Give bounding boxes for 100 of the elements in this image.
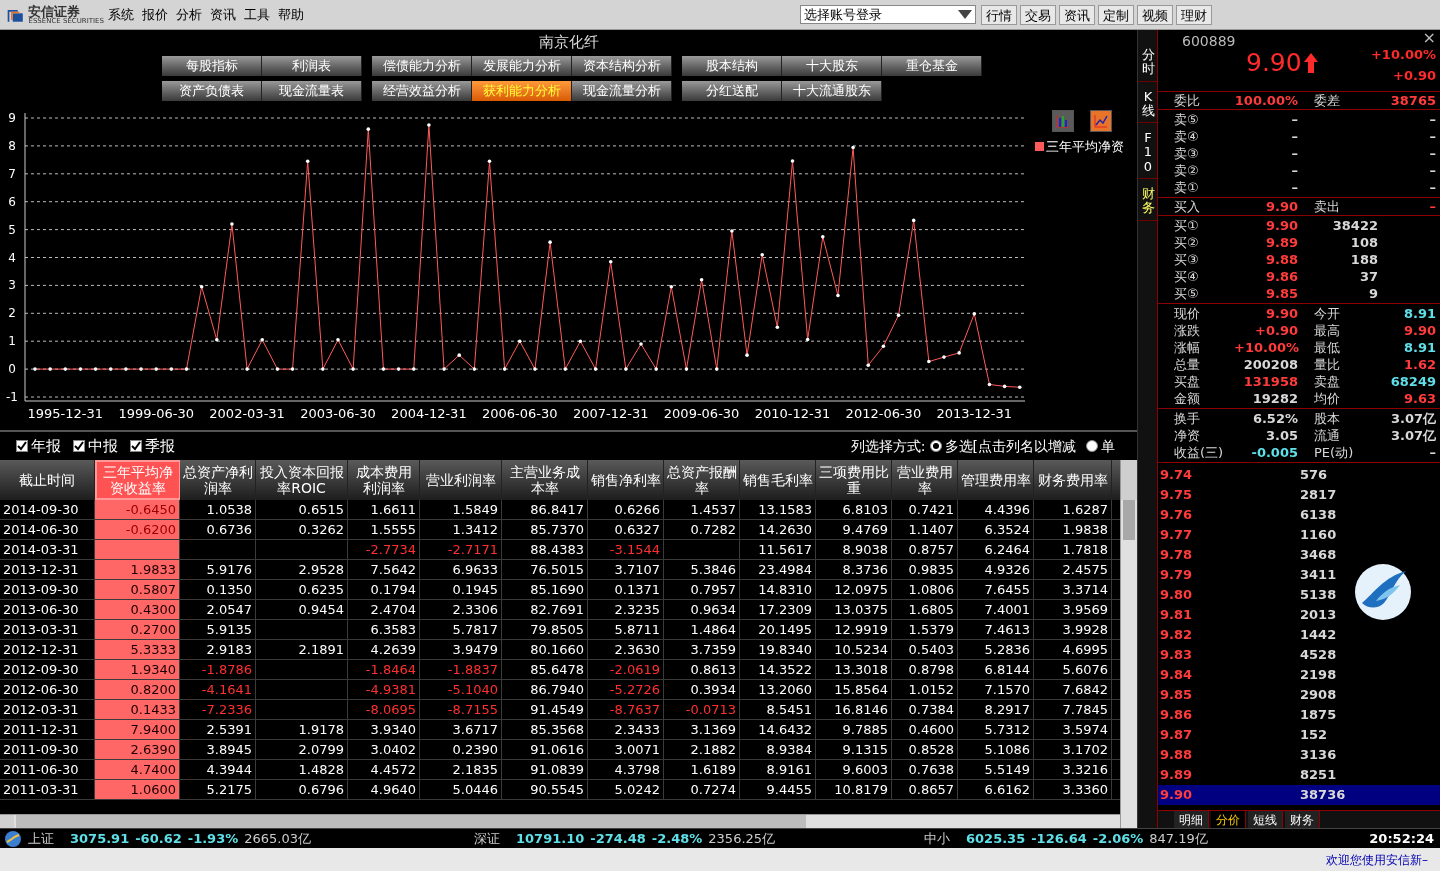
column-header[interactable]: 财务费用率 <box>1034 460 1112 500</box>
price-volume-row[interactable]: 9.85 2908 <box>1158 685 1440 705</box>
toolbar-button[interactable]: 理财 <box>1176 4 1212 25</box>
report-button[interactable]: 经营效益分析 <box>372 81 472 101</box>
price-volume-row[interactable]: 9.79 3411 <box>1158 565 1440 585</box>
table-cell: 2.1891 <box>256 640 348 659</box>
report-button[interactable]: 偿债能力分析 <box>372 56 472 76</box>
price-volume-row[interactable]: 9.82 1442 <box>1158 625 1440 645</box>
quote-value: 9.86 <box>1264 268 1298 285</box>
data-point <box>1017 385 1022 390</box>
price-volume-row[interactable]: 9.88 3136 <box>1158 745 1440 765</box>
quote-label: 卖① <box>1174 179 1200 196</box>
report-button[interactable]: 股本结构 <box>682 56 782 76</box>
toolbar-button[interactable]: 定制 <box>1098 4 1134 25</box>
price-volume-row[interactable]: 9.81 2013 <box>1158 605 1440 625</box>
table-cell: 0.6327 <box>588 520 664 539</box>
horizontal-scrollbar[interactable] <box>0 814 1120 828</box>
checkbox[interactable] <box>130 440 142 452</box>
bottom-tab[interactable]: 财务 <box>1285 811 1320 828</box>
line-chart-button[interactable] <box>1090 110 1112 132</box>
column-header[interactable]: 成本费用利润率 <box>348 460 420 500</box>
report-button[interactable]: 利润表 <box>262 56 362 76</box>
bottom-tab[interactable]: 分价 <box>1211 811 1246 828</box>
report-button[interactable]: 现金流量表 <box>262 81 362 101</box>
price-volume-row[interactable]: 9.80 5138 <box>1158 585 1440 605</box>
price-volume-row[interactable]: 9.74 576 <box>1158 465 1440 485</box>
price-volume-row[interactable]: 9.83 4528 <box>1158 645 1440 665</box>
price-volume-row[interactable]: 9.86 1875 <box>1158 705 1440 725</box>
report-button[interactable]: 十大股东 <box>782 56 882 76</box>
price-volume-row[interactable]: 9.78 3468 <box>1158 545 1440 565</box>
column-header[interactable]: 三项费用比重 <box>816 460 892 500</box>
table-cell: 14.8310 <box>740 580 816 599</box>
bottom-tab[interactable]: 明细 <box>1174 811 1209 828</box>
price-volume-row[interactable]: 9.75 2817 <box>1158 485 1440 505</box>
account-select[interactable]: 选择账号登录 <box>800 5 976 24</box>
report-button[interactable]: 资本结构分析 <box>572 56 672 76</box>
column-header[interactable]: 投入资本回报率ROIC <box>256 460 348 500</box>
data-point <box>63 367 68 371</box>
quote-label: 卖② <box>1174 162 1200 179</box>
checkbox[interactable] <box>16 440 28 452</box>
menu-item[interactable]: 分析 <box>176 4 202 25</box>
quote-value: 37 <box>1358 268 1378 285</box>
quote-value: 9.90 <box>1402 322 1436 339</box>
toolbar-button[interactable]: 资讯 <box>1059 4 1095 25</box>
column-header[interactable]: 销售毛利率 <box>740 460 816 500</box>
side-tab[interactable]: 财务 <box>1138 183 1158 221</box>
table-cell: 0.8200 <box>95 680 180 699</box>
data-point <box>411 367 416 371</box>
menu-item[interactable]: 工具 <box>244 4 270 25</box>
bar-chart-button[interactable] <box>1052 110 1074 132</box>
toolbar-button[interactable]: 行情 <box>981 4 1017 25</box>
menu-item[interactable]: 资讯 <box>210 4 236 25</box>
bottom-tab[interactable]: 短线 <box>1248 811 1283 828</box>
table-cell: 3.1702 <box>1034 740 1112 759</box>
column-header[interactable]: 销售净利率 <box>588 460 664 500</box>
report-button[interactable]: 分红送配 <box>682 81 782 101</box>
report-button[interactable]: 现金流量分析 <box>572 81 672 101</box>
quote-value: – <box>1428 128 1436 145</box>
price-volume-row[interactable]: 9.84 2198 <box>1158 665 1440 685</box>
report-button[interactable]: 十大流通股东 <box>782 81 882 101</box>
radio-button[interactable] <box>1086 440 1098 452</box>
index-percent: -2.48% <box>651 829 703 848</box>
report-button[interactable]: 每股指标 <box>162 56 262 76</box>
table-cell: 0.1794 <box>348 580 420 599</box>
column-header[interactable]: 营业费用率 <box>892 460 958 500</box>
column-header[interactable]: 总资产净利润率 <box>180 460 256 500</box>
checkbox[interactable] <box>73 440 85 452</box>
price-volume-row[interactable]: 9.76 6138 <box>1158 505 1440 525</box>
close-button[interactable]: × <box>1422 30 1436 46</box>
radio-button[interactable] <box>929 440 942 452</box>
price-volume-row[interactable]: 9.87 152 <box>1158 725 1440 745</box>
report-button[interactable]: 重仓基金 <box>882 56 982 76</box>
price-volume-row[interactable]: 9.90 38736 <box>1158 785 1440 805</box>
price-volume-row[interactable]: 9.77 1160 <box>1158 525 1440 545</box>
data-point <box>518 339 522 343</box>
side-tab[interactable]: K线 <box>1138 85 1158 124</box>
column-header[interactable]: 管理费用率 <box>958 460 1034 500</box>
column-header[interactable]: 营业利润率 <box>420 460 502 500</box>
column-header[interactable]: 总资产报酬率 <box>664 460 740 500</box>
data-point <box>987 382 992 387</box>
table-cell: 0.7957 <box>664 580 740 599</box>
side-tab[interactable]: 分时 <box>1138 44 1158 82</box>
table-cell: 6.6162 <box>958 780 1034 799</box>
quote-value: 3.05 <box>1264 427 1298 444</box>
side-tab[interactable]: F10 <box>1138 127 1158 180</box>
welcome-message: 欢迎您使用安信新– <box>1326 851 1428 869</box>
table-cell: -2.7171 <box>420 540 502 559</box>
menu-item[interactable]: 报价 <box>142 4 168 25</box>
menu-item[interactable]: 帮助 <box>278 4 304 25</box>
vertical-scrollbar[interactable] <box>1120 460 1137 828</box>
index-name: 深证 <box>474 829 500 848</box>
table-cell: 2.1882 <box>664 740 740 759</box>
menu-item[interactable]: 系统 <box>108 4 134 25</box>
toolbar-button[interactable]: 交易 <box>1020 4 1056 25</box>
column-header[interactable]: 主营业务成本率 <box>502 460 588 500</box>
report-button[interactable]: 资产负债表 <box>162 81 262 101</box>
toolbar-button[interactable]: 视频 <box>1137 4 1173 25</box>
table-cell: 4.3944 <box>180 760 256 779</box>
report-button[interactable]: 发展能力分析 <box>472 56 572 76</box>
price-volume-row[interactable]: 9.89 8251 <box>1158 765 1440 785</box>
